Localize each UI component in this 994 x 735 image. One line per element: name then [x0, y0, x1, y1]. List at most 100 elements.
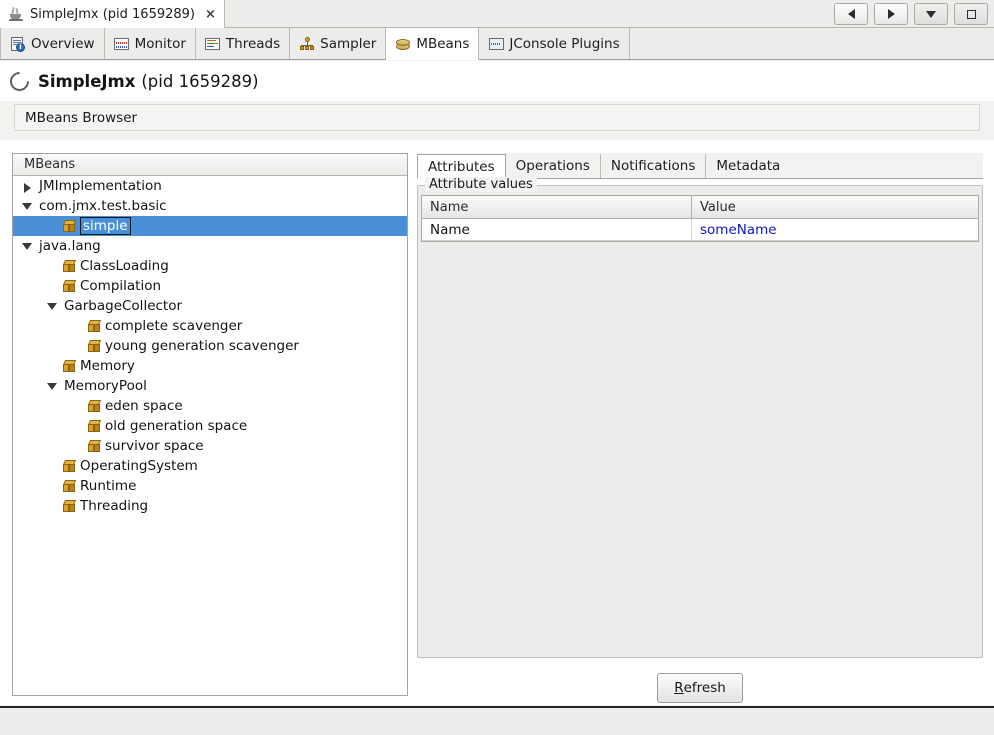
window-controls [834, 3, 988, 25]
tree-node-label: old generation space [105, 418, 248, 434]
mbean-detail-pane: Attributes Operations Notifications Metadat… [417, 153, 983, 703]
tab-sampler[interactable]: Sampler [290, 28, 387, 59]
tree-node-threading[interactable]: Threading [13, 496, 407, 516]
status-bar [0, 706, 994, 735]
mbean-icon [87, 420, 102, 433]
tree-node-runtime[interactable]: Runtime [13, 476, 407, 496]
mbeans-tree[interactable]: JMImplementation com.jmx.test.basic simple… [13, 176, 407, 695]
tree-node-simple[interactable]: simple [13, 216, 407, 236]
tab-jconsole-plugins-label: JConsole Plugins [509, 35, 620, 52]
forward-button[interactable] [874, 3, 908, 25]
tree-node-label: survivor space [105, 438, 204, 454]
triangle-down-icon [926, 10, 936, 18]
mbean-icon [62, 500, 77, 513]
tab-monitor[interactable]: Monitor [104, 28, 196, 59]
mbean-icon [62, 260, 77, 273]
process-pid: (pid 1659289) [141, 71, 259, 91]
tab-notifications[interactable]: Notifications [600, 154, 707, 178]
tree-node-eden-space[interactable]: eden space [13, 396, 407, 416]
tree-node-label: Compilation [80, 278, 162, 294]
tree-node-jmimplementation[interactable]: JMImplementation [13, 176, 407, 196]
tree-node-survivor-space[interactable]: survivor space [13, 436, 407, 456]
view-tab-bar: i Overview Monitor Threads Sampler MBean… [0, 28, 994, 60]
tree-node-label: complete scavenger [105, 318, 243, 334]
tree-node-label: simple [80, 217, 131, 235]
tree-node-label: JMImplementation [39, 178, 162, 194]
mbean-icon [87, 400, 102, 413]
attribute-values-legend: Attribute values [425, 177, 537, 192]
column-header-label: Value [700, 199, 736, 215]
tree-node-complete-scavenger[interactable]: complete scavenger [13, 316, 407, 336]
tree-node-com-jmx-test-basic[interactable]: com.jmx.test.basic [13, 196, 407, 216]
tree-node-classloading[interactable]: ClassLoading [13, 256, 407, 276]
back-button[interactable] [834, 3, 868, 25]
refresh-button[interactable]: Refresh [657, 673, 743, 703]
mbean-icon [62, 480, 77, 493]
tree-node-label: Runtime [80, 478, 137, 494]
overview-icon: i [10, 36, 26, 52]
threads-icon [205, 36, 221, 52]
attribute-name-label: Name [430, 221, 470, 238]
tree-node-label: Memory [80, 358, 135, 374]
tree-node-garbagecollector[interactable]: GarbageCollector [13, 296, 407, 316]
tab-notifications-label: Notifications [610, 158, 696, 174]
mbean-icon [87, 340, 102, 353]
attribute-value-label: someName [700, 221, 777, 238]
tab-sampler-label: Sampler [320, 35, 377, 52]
tab-threads-label: Threads [225, 35, 281, 52]
table-row[interactable]: Name someName [422, 219, 978, 241]
attribute-value-cell[interactable]: someName [692, 219, 978, 240]
mbeans-icon [395, 36, 411, 52]
refresh-button-mnemonic: R [674, 680, 684, 696]
dropdown-button[interactable] [914, 3, 948, 25]
chevron-down-icon[interactable] [47, 303, 57, 310]
tree-node-old-generation-space[interactable]: old generation space [13, 416, 407, 436]
triangle-left-icon [847, 9, 855, 19]
tab-operations[interactable]: Operations [505, 154, 601, 178]
square-maximize-icon [966, 9, 976, 19]
mbean-icon [87, 440, 102, 453]
tab-mbeans[interactable]: MBeans [386, 28, 480, 60]
mbeans-tree-header: MBeans [13, 154, 407, 176]
tab-attributes[interactable]: Attributes [417, 154, 506, 179]
tree-node-label: young generation scavenger [105, 338, 299, 354]
document-tab-simplejmx[interactable]: SimpleJmx (pid 1659289) × [0, 0, 225, 28]
tree-node-young-generation-scavenger[interactable]: young generation scavenger [13, 336, 407, 356]
chevron-down-icon[interactable] [47, 383, 57, 390]
table-body: Name someName [422, 219, 978, 241]
close-icon[interactable]: × [205, 8, 216, 21]
tab-metadata[interactable]: Metadata [706, 154, 791, 178]
tab-monitor-label: Monitor [134, 35, 186, 52]
column-header-value[interactable]: Value [692, 196, 978, 218]
tree-node-label: com.jmx.test.basic [39, 198, 167, 214]
tree-node-label: GarbageCollector [64, 298, 183, 314]
monitor-icon [114, 36, 130, 52]
tree-node-operatingsystem[interactable]: OperatingSystem [13, 456, 407, 476]
chevron-down-icon[interactable] [22, 243, 32, 250]
content-area: MBeans JMImplementation com.jmx.test.basi… [0, 140, 994, 705]
sampler-icon [299, 36, 315, 52]
tab-operations-label: Operations [515, 158, 590, 174]
tab-mbeans-label: MBeans [416, 35, 470, 52]
maximize-button[interactable] [954, 3, 988, 25]
tab-threads[interactable]: Threads [195, 28, 291, 59]
triangle-right-icon [887, 9, 895, 19]
tree-node-memorypool[interactable]: MemoryPool [13, 376, 407, 396]
chevron-down-icon[interactable] [22, 203, 32, 210]
tree-node-label: eden space [105, 398, 183, 414]
mbean-icon [62, 220, 77, 233]
tab-metadata-label: Metadata [716, 158, 781, 174]
chevron-right-icon[interactable] [24, 183, 31, 193]
visualvm-window: SimpleJmx (pid 1659289) × i Overview Mon… [0, 0, 994, 735]
tab-overview[interactable]: i Overview [0, 28, 105, 59]
tree-node-memory[interactable]: Memory [13, 356, 407, 376]
column-header-name[interactable]: Name [422, 196, 692, 218]
attributes-table: Name Value Name someName [421, 195, 979, 242]
tree-node-label: Threading [80, 498, 149, 514]
java-cup-icon [9, 6, 24, 22]
detail-footer: Refresh [417, 666, 983, 710]
tree-node-java-lang[interactable]: java.lang [13, 236, 407, 256]
tree-node-label: OperatingSystem [80, 458, 198, 474]
tab-jconsole-plugins[interactable]: JConsole Plugins [479, 28, 630, 59]
tree-node-compilation[interactable]: Compilation [13, 276, 407, 296]
